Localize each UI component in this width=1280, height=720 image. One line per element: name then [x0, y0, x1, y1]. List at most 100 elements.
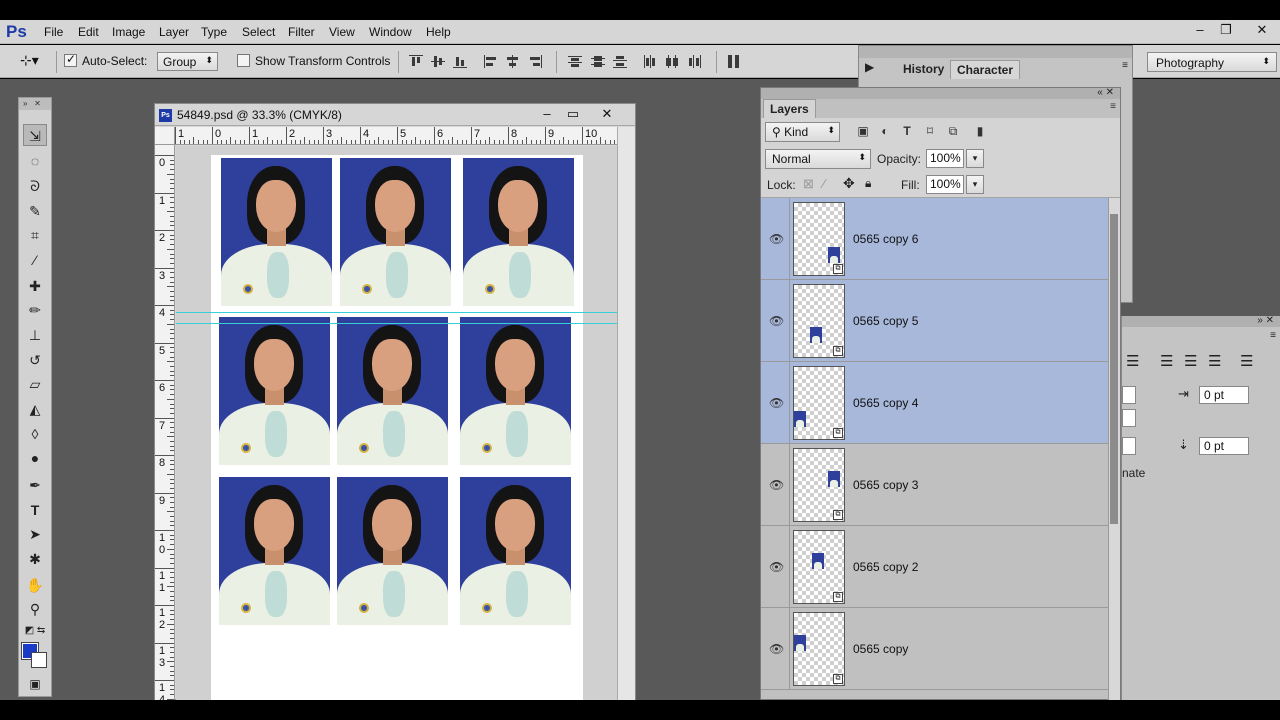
show-transform-checkbox[interactable] [237, 54, 250, 67]
visibility-eye-icon[interactable]: 👁︎ [769, 232, 784, 246]
clone-stamp-tool-icon[interactable]: ⊥ [23, 324, 47, 346]
align-vcenter-icon[interactable] [431, 55, 445, 68]
layer-row[interactable]: 👁︎ ⧉ 0565 copy 5 [761, 280, 1108, 362]
crop-tool-icon[interactable]: ⌗ [23, 224, 47, 246]
paint-bucket-tool-icon[interactable]: ◭ [23, 398, 47, 420]
distribute-hcenter-icon[interactable] [665, 55, 679, 68]
align-hcenter-icon[interactable] [506, 55, 520, 68]
indent-left-field[interactable] [1122, 386, 1136, 404]
move-tool-icon[interactable]: ⇲ [23, 124, 47, 146]
distribute-right-icon[interactable] [687, 55, 701, 68]
layers-scroll-thumb[interactable] [1110, 214, 1118, 524]
move-tool-icon[interactable]: ⊹▾ [20, 52, 39, 69]
lasso-tool-icon[interactable]: ᘐ [23, 175, 47, 197]
canvas-area[interactable] [176, 146, 617, 701]
filter-toggle-icon[interactable]: ▮ [973, 124, 987, 138]
menu-view[interactable]: View [329, 25, 355, 39]
close-button[interactable]: ✕ [1250, 22, 1274, 40]
workspace-switcher[interactable]: Photography ⬍ [1147, 52, 1277, 72]
panel-menu-icon[interactable]: ≡ [1122, 60, 1128, 71]
justify-left-icon[interactable]: ☰ [1160, 352, 1173, 370]
menu-image[interactable]: Image [112, 25, 145, 39]
space-after-field[interactable]: 0 pt [1199, 437, 1249, 455]
layer-row[interactable]: 👁︎ ⧉ 0565 copy [761, 608, 1108, 690]
tools-panel-header[interactable]: » ✕ [19, 98, 51, 110]
filter-adjustment-icon[interactable]: ◐ [878, 124, 892, 138]
document-scrollbar[interactable] [617, 127, 635, 701]
align-right-icon[interactable] [528, 55, 542, 68]
history-brush-tool-icon[interactable]: ↺ [23, 349, 47, 371]
distribute-top-icon[interactable] [568, 55, 582, 68]
visibility-eye-icon[interactable]: 👁︎ [769, 396, 784, 410]
lock-transparent-icon[interactable]: ⊠ [803, 176, 814, 192]
swap-colors-icon[interactable]: ◩ ⇆ [23, 620, 47, 642]
ruler-origin[interactable] [155, 127, 175, 145]
auto-align-icon[interactable] [727, 55, 741, 68]
panel-collapse-icon[interactable]: « ✕ [1097, 87, 1114, 98]
align-bottom-icon[interactable] [453, 55, 467, 68]
visibility-eye-icon[interactable]: 👁︎ [769, 560, 784, 574]
visibility-eye-icon[interactable]: 👁︎ [769, 642, 784, 656]
restore-button[interactable]: ❐ [1214, 22, 1238, 40]
tab-history[interactable]: History [897, 60, 950, 79]
doc-restore-button[interactable]: ▭ [561, 106, 585, 124]
layer-thumbnail[interactable]: ⧉ [793, 202, 845, 276]
blur-tool-icon[interactable]: ◊ [23, 423, 47, 445]
path-select-tool-icon[interactable]: ➤ [23, 523, 47, 545]
marquee-tool-icon[interactable]: ◌ [23, 150, 47, 172]
opacity-field[interactable]: 100% [926, 149, 964, 168]
layer-row[interactable]: 👁︎ ⧉ 0565 copy 4 [761, 362, 1108, 444]
justify-right-icon[interactable]: ☰ [1208, 352, 1221, 370]
layer-thumbnail[interactable]: ⧉ [793, 448, 845, 522]
layer-kind-filter[interactable]: ⚲ Kind ⬍ [765, 122, 840, 142]
distribute-bottom-icon[interactable] [613, 55, 627, 68]
indent-right-field[interactable]: 0 pt [1199, 386, 1249, 404]
background-color-swatch[interactable] [31, 652, 47, 668]
quick-select-tool-icon[interactable]: ✎ [23, 200, 47, 222]
menu-type[interactable]: Type [201, 25, 227, 39]
tab-layers[interactable]: Layers [763, 99, 816, 118]
eraser-tool-icon[interactable]: ▱ [23, 373, 47, 395]
doc-close-button[interactable]: ✕ [595, 106, 619, 124]
vertical-ruler[interactable]: 0 1 2 3 4 5 6 7 8 9 1 0 1 1 1 2 1 3 1 4 [155, 145, 175, 701]
justify-all-icon[interactable]: ☰ [1240, 352, 1253, 370]
doc-minimize-button[interactable]: – [535, 106, 559, 124]
panel-grip[interactable] [761, 88, 1120, 99]
layer-thumbnail[interactable]: ⧉ [793, 366, 845, 440]
healing-brush-tool-icon[interactable]: ✚ [23, 275, 47, 297]
menu-edit[interactable]: Edit [78, 25, 99, 39]
pen-tool-icon[interactable]: ✒ [23, 474, 47, 496]
align-top-icon[interactable] [409, 55, 423, 68]
brush-tool-icon[interactable]: ✏ [23, 299, 47, 321]
eyedropper-tool-icon[interactable]: ⁄ [23, 249, 47, 271]
document-title-bar[interactable]: Ps 54849.psd @ 33.3% (CMYK/8) – ▭ ✕ [155, 104, 635, 126]
shape-tool-icon[interactable]: ✱ [23, 548, 47, 570]
menu-select[interactable]: Select [242, 25, 275, 39]
lock-all-icon[interactable]: 🔒︎ [865, 176, 871, 191]
layer-row[interactable]: 👁︎ ⧉ 0565 copy 6 [761, 198, 1108, 280]
layer-thumbnail[interactable]: ⧉ [793, 284, 845, 358]
minimize-button[interactable]: – [1188, 22, 1212, 40]
dodge-tool-icon[interactable]: ● [23, 447, 47, 469]
blend-mode-select[interactable]: Normal ⬍ [765, 149, 871, 169]
zoom-tool-icon[interactable]: ⚲ [23, 598, 47, 620]
justify-center-icon[interactable]: ☰ [1184, 352, 1197, 370]
filter-smart-object-icon[interactable]: ⧉ [946, 124, 960, 138]
tab-character[interactable]: Character [950, 60, 1021, 79]
space-before-field[interactable] [1122, 437, 1136, 455]
panel-menu-icon[interactable]: ≡ [1110, 101, 1116, 112]
align-right-text-icon[interactable]: ☰ [1126, 352, 1139, 370]
layer-row[interactable]: 👁︎ ⧉ 0565 copy 2 [761, 526, 1108, 608]
filter-type-icon[interactable]: T [900, 124, 914, 138]
opacity-dropdown[interactable]: ▾ [966, 149, 984, 168]
filter-pixel-icon[interactable]: ▣ [856, 124, 870, 138]
menu-window[interactable]: Window [369, 25, 412, 39]
menu-help[interactable]: Help [426, 25, 451, 39]
fill-field[interactable]: 100% [926, 175, 964, 194]
guide-line[interactable] [176, 323, 617, 324]
layer-thumbnail[interactable]: ⧉ [793, 612, 845, 686]
distribute-vcenter-icon[interactable] [591, 55, 605, 68]
lock-position-icon[interactable]: ✥ [843, 175, 855, 192]
menu-file[interactable]: File [44, 25, 63, 39]
guide-line[interactable] [176, 312, 617, 313]
